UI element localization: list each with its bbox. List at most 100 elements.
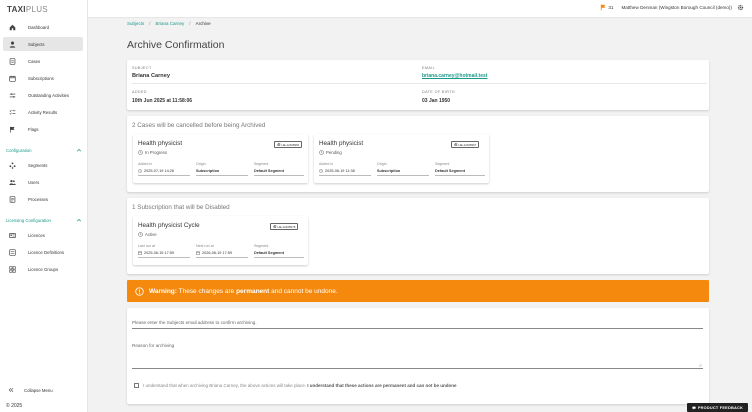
segment-label: Segment [435,162,450,166]
clock-icon [138,150,143,155]
breadcrumb-separator: / [189,21,191,26]
case-status-label: In Progress [145,150,167,155]
subscription-id: HE-12345678 [277,224,296,229]
users-icon [8,178,17,187]
sidebar-item-processes[interactable]: Processes [3,192,83,206]
added-in-text: 2025-07-19 14:26 [144,169,174,173]
case-id-chip[interactable]: HE-12345967 [451,141,480,148]
sidebar-item-flags[interactable]: Flags [3,122,83,136]
section-configuration[interactable]: Configuration [6,147,82,153]
user-name[interactable]: Matthew Denman (Wingston Borough Council… [621,5,732,10]
field-underline [435,175,485,176]
field-underline [138,175,190,176]
breadcrumb-separator: / [149,21,151,26]
page-title: Archive Confirmation [127,39,225,51]
case-card[interactable]: Health physicist HE-12345981 In Progress… [133,134,308,183]
cases-card: 2 Cases will be cancelled before being A… [127,116,709,192]
subscriptions-heading: 1 Subscription that will be Disabled [132,204,230,211]
segment-value: Default Segment [254,251,284,255]
case-status: Pending [319,150,342,155]
case-id: HE-12345967 [458,142,477,147]
subscription-card[interactable]: Health physicist Cycle HE-12345678 Activ… [133,216,308,265]
field-underline [138,257,190,258]
gear-icon[interactable] [737,4,744,11]
warning-text: These changes are [176,287,237,295]
email-label: EMAIL [422,66,436,70]
breadcrumb-subjects[interactable]: Subjects [127,21,144,26]
last-run-label: Last run at [138,244,155,248]
sidebar-item-users[interactable]: Users [3,175,83,189]
calendar-icon [138,251,142,255]
sidebar-item-label: Segments [28,162,48,168]
sidebar-item-licences[interactable]: Licences [3,228,83,242]
sidebar-item-label: Cases [28,58,41,64]
sidebar-item-cases[interactable]: Cases [3,54,83,68]
sidebar-item-activity-results[interactable]: Activity Results [3,105,83,119]
added-in-label: Added in [138,162,153,166]
clock-icon [319,150,324,155]
case-id-chip[interactable]: HE-12345981 [274,141,303,148]
subject-email-link[interactable]: briana.carney@hotmail.test [422,73,487,79]
collapse-menu-button[interactable]: Collapse Menu [8,387,53,393]
top-bar: 31 Matthew Denman (Wingston Borough Coun… [88,0,752,18]
double-chevron-left-icon [8,387,14,393]
segment-value: Default Segment [435,169,465,173]
case-card[interactable]: Health physicist HE-12345967 Pending Add… [314,134,489,183]
breadcrumb-subject-name[interactable]: Briana Carney [156,21,185,26]
sidebar-item-licence-definitions[interactable]: Licence Definitions [3,245,83,259]
chevron-up-icon [76,218,82,222]
chevron-up-icon [76,148,82,152]
confirm-checkbox-label[interactable]: I understand that when archiving Briana … [143,383,457,388]
sidebar-item-outstanding-activities[interactable]: Outstanding Activities [3,88,83,102]
calendar-icon [196,251,200,255]
sidebar-item-subscriptions[interactable]: Subscriptions [3,71,83,85]
resize-handle-icon[interactable] [698,363,702,367]
reason-underline [132,368,703,369]
product-feedback-button[interactable]: PRODUCT FEEDBACK [686,403,748,412]
subject-label: SUBJECT [132,66,152,70]
sidebar-item-label: Flags [28,126,39,132]
added-in-label: Added in [319,162,334,166]
sidebar-item-label: Subjects [28,41,45,47]
case-title: Health physicist [138,140,183,147]
case-status: In Progress [138,150,167,155]
next-run-text: 2026-06-19 17:59 [202,251,232,255]
field-underline [319,175,371,176]
confirm-checkbox[interactable] [134,383,139,388]
case-title: Health physicist [319,140,364,147]
sidebar-item-label: Outstanding Activities [28,92,70,98]
sidebar-item-licence-groups[interactable]: Licence Groups [3,262,83,276]
added-in-value: 2025-06-19 11:38 [319,169,355,173]
sidebar-item-label: Licence Groups [28,266,59,272]
sidebar-item-dashboard[interactable]: Dashboard [3,20,83,34]
field-underline [254,175,304,176]
email-confirm-input[interactable]: Please enter the Subjects email address … [132,320,257,325]
dob-label: DATE OF BIRTH [422,90,455,94]
processes-icon [8,195,17,204]
sidebar-item-segments[interactable]: Segments [3,158,83,172]
chat-icon [692,406,696,410]
section-label: Licensing Configuration [6,217,51,223]
sidebar-item-label: Users [28,179,40,185]
sidebar-item-label: Licences [28,232,45,238]
clock-icon [138,169,142,173]
grid-icon [8,265,17,274]
warning-prefix: Warning: [149,287,177,295]
definitions-icon [8,248,17,257]
subscription-id-chip[interactable]: HE-12345678 [270,223,299,230]
app-logo[interactable]: TAXIPLUS [7,5,48,14]
flag-count[interactable]: 31 [608,5,613,10]
sidebar-item-label: Processes [28,196,49,202]
reason-textarea[interactable]: Reason for archiving [132,343,174,348]
checkbox-text: I understand that when archiving Briana … [143,383,307,388]
subscription-status: Active [138,232,157,237]
subscription-title: Health physicist Cycle [138,222,200,229]
divider [132,83,707,84]
flag-icon[interactable] [600,4,606,11]
section-licensing-configuration[interactable]: Licensing Configuration [6,217,82,223]
sidebar-item-subjects[interactable]: Subjects [3,37,83,51]
case-id: HE-12345981 [281,142,300,147]
case-status-label: Pending [326,150,342,155]
sidebar-item-label: Activity Results [28,109,58,115]
copyright: © 2025 [6,403,23,409]
